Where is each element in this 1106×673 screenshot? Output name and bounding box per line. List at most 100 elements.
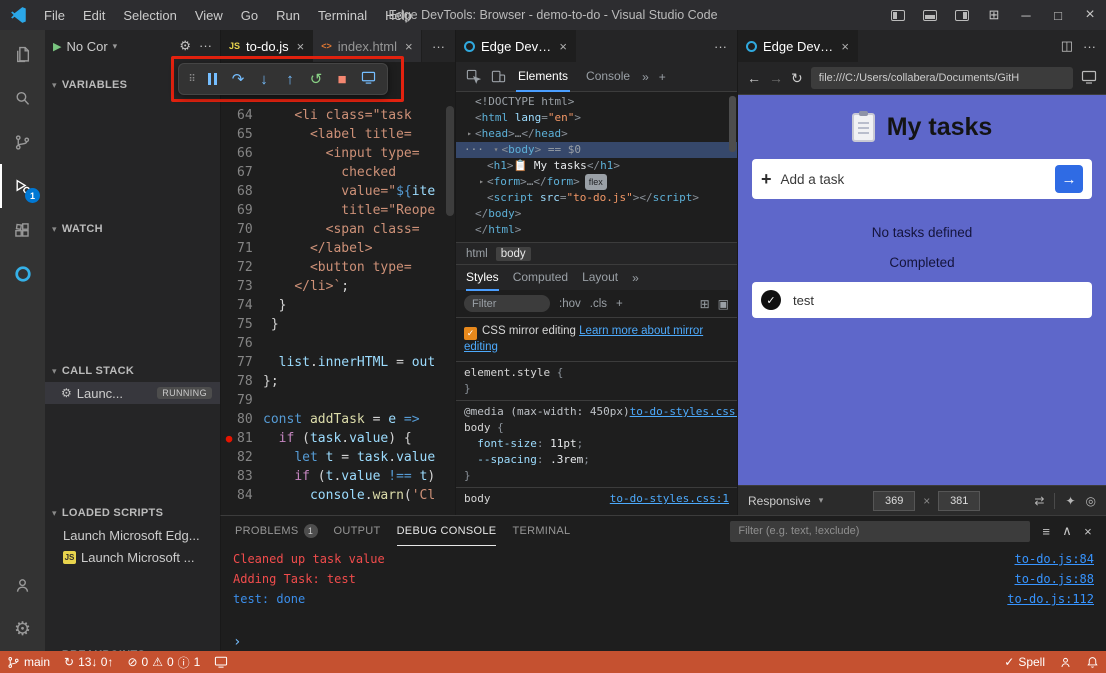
launch-config-select[interactable]: No Cor [66, 39, 107, 54]
computed-sidebar-icon[interactable]: ▣ [718, 297, 729, 311]
task-row[interactable]: ✓test [752, 282, 1092, 318]
section-call-stack[interactable]: ▾ CALL STACK [45, 360, 220, 382]
stop-icon[interactable]: ■ [329, 71, 355, 88]
run-and-debug-icon[interactable]: 1 [0, 164, 45, 208]
source-link[interactable]: to-do.js:84 [1015, 549, 1094, 569]
dom-node[interactable]: </html> [456, 222, 737, 238]
tab-edge-devtools-browser[interactable]: Edge DevTools: Browser × [738, 30, 858, 62]
close-icon[interactable]: × [557, 39, 567, 54]
panel-tab-terminal[interactable]: TERMINAL [512, 516, 570, 546]
twistie-icon[interactable]: ▸ [476, 174, 487, 190]
code-line[interactable]: 76 [221, 334, 455, 353]
code-line[interactable]: 78}; [221, 372, 455, 391]
menu-terminal[interactable]: Terminal [310, 5, 375, 26]
menu-go[interactable]: Go [233, 5, 266, 26]
code-line[interactable]: 75 } [221, 315, 455, 334]
console-prompt-icon[interactable]: › [233, 632, 241, 651]
source-control-icon[interactable] [0, 120, 45, 164]
menu-run[interactable]: Run [268, 5, 308, 26]
css-source-link[interactable]: to-do-styles.css:1 [610, 491, 729, 507]
step-out-icon[interactable]: ↑ [277, 71, 303, 88]
feedback-item[interactable] [1052, 651, 1079, 673]
dom-tree[interactable]: <!DOCTYPE html> <html lang="en">▸<head>…… [456, 92, 737, 242]
close-icon[interactable]: × [839, 39, 849, 54]
code-editor[interactable]: 64 <li class="task65 <label title=66 <in… [221, 62, 455, 515]
open-in-browser-icon[interactable] [1081, 70, 1097, 84]
code-line[interactable]: 64 <li class="task [221, 106, 455, 125]
device-emulation-icon[interactable] [491, 69, 506, 84]
device-mode-select[interactable]: Responsive [748, 494, 811, 508]
hover-states-button[interactable]: :hov [559, 298, 581, 310]
task-done-checkbox[interactable]: ✓ [761, 290, 781, 310]
code-line[interactable]: 65 <label title= [221, 125, 455, 144]
menu-help[interactable]: Help [377, 5, 420, 26]
styles-tab-styles[interactable]: Styles [466, 265, 499, 291]
forward-icon[interactable]: → [769, 70, 783, 86]
tab-to-do.js[interactable]: JSto-do.js× [221, 30, 313, 62]
inspect-eye-icon[interactable]: ◎ [1086, 494, 1096, 508]
twistie-icon[interactable]: ▾ [491, 142, 502, 158]
restart-icon[interactable]: ↺ [303, 70, 329, 88]
url-input[interactable] [811, 67, 1073, 89]
viewport-width-input[interactable] [873, 491, 915, 511]
dom-node[interactable]: ▸<form>…</form>flex [456, 174, 737, 190]
more-tabs-icon[interactable]: » [632, 271, 639, 285]
flex-badge[interactable]: flex [585, 174, 607, 190]
close-panel-icon[interactable]: × [1084, 524, 1092, 539]
code-line[interactable]: 77 list.innerHTML = out [221, 353, 455, 372]
back-icon[interactable]: ← [747, 70, 761, 86]
editor-scrollbar[interactable] [446, 106, 454, 216]
dom-node[interactable]: ▸<head>…</head> [456, 126, 737, 142]
tab-index.html[interactable]: <>index.html× [313, 30, 421, 62]
code-line[interactable]: 70 <span class= [221, 220, 455, 239]
code-line[interactable]: 73 </li>`; [221, 277, 455, 296]
debug-gear-icon[interactable]: ⚙ [179, 38, 191, 54]
filter-lines-icon[interactable]: ≡ [1042, 524, 1050, 539]
extensions-icon[interactable] [0, 208, 45, 252]
toggle-secondary-sidebar-icon[interactable] [946, 0, 978, 30]
source-link[interactable]: to-do.js:88 [1015, 569, 1094, 589]
reload-icon[interactable]: ↻ [791, 70, 803, 87]
rotate-viewport-icon[interactable]: ⇄ [1034, 494, 1044, 508]
code-line[interactable]: 67 checked [221, 163, 455, 182]
css-mirror-checkbox[interactable]: ✓ [464, 327, 477, 340]
inspect-icon[interactable] [466, 69, 481, 84]
edge-devtools-icon[interactable] [0, 252, 45, 296]
toggle-panel-icon[interactable] [914, 0, 946, 30]
sync-item[interactable]: ↻ 13↓ 0↑ [57, 651, 120, 673]
menu-selection[interactable]: Selection [115, 5, 184, 26]
source-link[interactable]: to-do.js:112 [1007, 589, 1094, 609]
code-line[interactable]: 68 value="${ite [221, 182, 455, 201]
panel-tab-output[interactable]: OUTPUT [334, 516, 381, 546]
loaded-script-item[interactable]: JSLaunch Microsoft ... [45, 546, 220, 568]
debug-screencast-item[interactable] [207, 651, 235, 673]
devtools-tab-elements[interactable]: Elements [516, 62, 570, 92]
call-stack-session[interactable]: ⚙ Launc... RUNNING [45, 382, 220, 404]
styles-pane[interactable]: element.style {}@media (max-width: 450px… [456, 362, 737, 519]
maximize-button[interactable]: □ [1042, 0, 1074, 30]
panel-tab-problems[interactable]: PROBLEMS1 [235, 516, 318, 546]
code-line[interactable]: 84 console.warn('Cl [221, 486, 455, 505]
code-line[interactable]: 79 [221, 391, 455, 410]
code-line[interactable]: 69 title="Reope [221, 201, 455, 220]
debug-console-output[interactable]: Cleaned up task valueto-do.js:84Adding T… [221, 546, 1106, 651]
dom-node[interactable]: <!DOCTYPE html> [456, 94, 737, 110]
twistie-icon[interactable]: ▸ [464, 126, 475, 142]
code-line[interactable]: 83 if (t.value !== t) [221, 467, 455, 486]
pause-icon[interactable] [199, 71, 225, 88]
dom-node[interactable]: <h1>📋 My tasks</h1> [456, 158, 737, 174]
code-line[interactable]: ●81 if (task.value) { [221, 429, 455, 448]
new-tool-icon[interactable]: + [659, 70, 666, 84]
wand-icon[interactable]: ✦ [1065, 494, 1075, 508]
menu-view[interactable]: View [187, 5, 231, 26]
drag-grip-icon[interactable]: ⠿ [185, 74, 199, 85]
breadcrumb-body[interactable]: body [496, 247, 531, 261]
start-debug-icon[interactable]: ▶ [53, 40, 61, 53]
classes-button[interactable]: .cls [590, 298, 607, 310]
dom-scrollbar[interactable] [729, 96, 736, 152]
step-into-icon[interactable]: ↓ [251, 71, 277, 88]
tab-edge-devtools[interactable]: Edge DevTools × [456, 30, 576, 62]
grid-overlay-icon[interactable]: ⊞ [700, 297, 710, 311]
search-icon[interactable] [0, 76, 45, 120]
code-line[interactable]: 80const addTask = e => [221, 410, 455, 429]
